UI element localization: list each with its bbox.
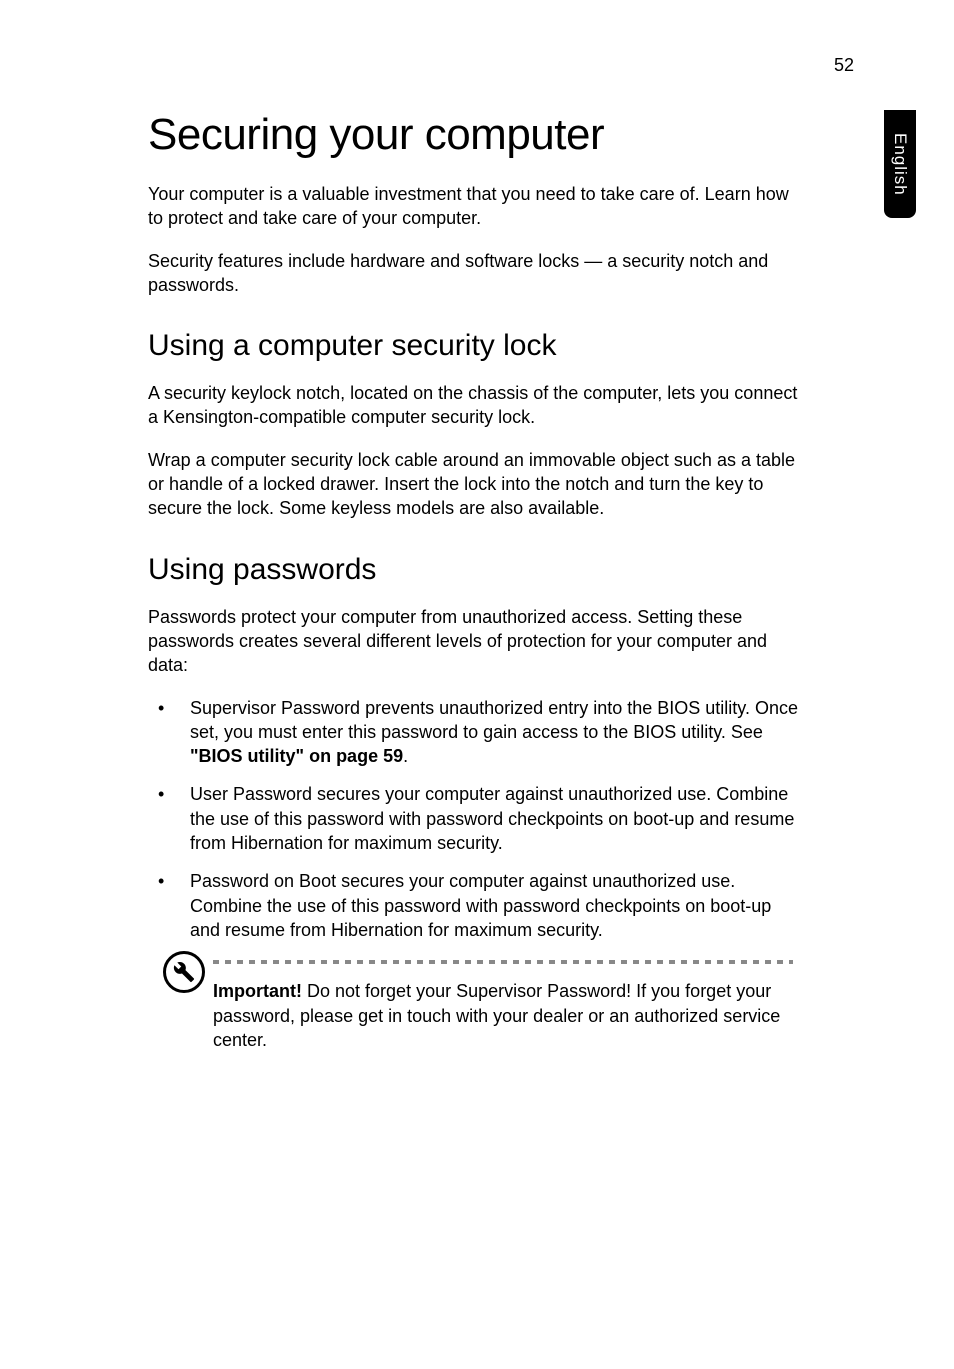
security-lock-paragraph-1: A security keylock notch, located on the… — [148, 381, 798, 430]
password-list: Supervisor Password prevents unauthorize… — [148, 696, 798, 943]
list-item: Password on Boot secures your computer a… — [148, 869, 798, 942]
page-number: 52 — [834, 55, 854, 76]
bullet-text: Supervisor Password prevents unauthorize… — [190, 698, 798, 742]
list-item: Supervisor Password prevents unauthorize… — [148, 696, 798, 769]
note-label: Important! — [213, 981, 302, 1001]
security-lock-paragraph-2: Wrap a computer security lock cable arou… — [148, 448, 798, 521]
link-reference: "BIOS utility" on page 59 — [190, 746, 403, 766]
main-heading: Securing your computer — [148, 110, 798, 160]
intro-paragraph-1: Your computer is a valuable investment t… — [148, 182, 798, 231]
page-content: Securing your computer Your computer is … — [148, 110, 798, 1052]
note-text: Important! Do not forget your Supervisor… — [213, 979, 798, 1052]
bullet-text-end: . — [403, 746, 408, 766]
note-divider — [213, 957, 793, 967]
list-item: User Password secures your computer agai… — [148, 782, 798, 855]
section-heading-passwords: Using passwords — [148, 553, 798, 587]
important-note: Important! Do not forget your Supervisor… — [163, 957, 798, 1052]
language-tab-text: English — [890, 133, 910, 196]
intro-paragraph-2: Security features include hardware and s… — [148, 249, 798, 298]
section-heading-security-lock: Using a computer security lock — [148, 329, 798, 363]
wrench-icon — [163, 951, 205, 993]
language-tab: English — [884, 110, 916, 218]
passwords-intro-paragraph: Passwords protect your computer from una… — [148, 605, 798, 678]
